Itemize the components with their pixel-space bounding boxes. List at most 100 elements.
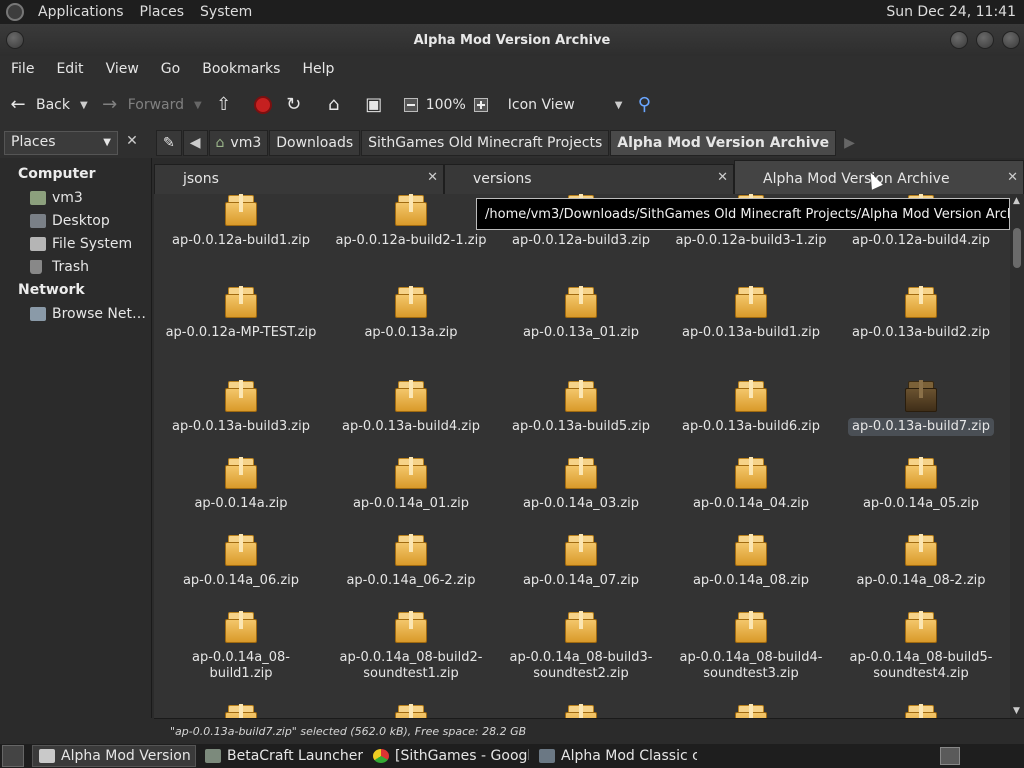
reload-button[interactable]: ↻ [284,95,312,115]
file-item[interactable]: ap-0.0.12a-MP-TEST.zip [156,286,326,342]
sidebar-item-label: vm3 [52,189,83,206]
stop-button[interactable] [253,96,272,114]
file-item[interactable]: ap-0.0.14a_08-build2-soundtest1.zip [326,611,496,683]
tab-versions[interactable]: versions ✕ [444,164,734,194]
panel-menu-places[interactable]: Places [132,4,193,20]
file-item[interactable]: ap-0.0.14a_04.zip [666,457,836,513]
zoom-out-icon[interactable] [403,98,418,112]
zoom-level[interactable]: 100% [426,97,466,113]
scrollbar-thumb[interactable] [1013,228,1021,268]
distro-logo-icon[interactable] [6,3,24,21]
menu-file[interactable]: File [0,61,45,77]
sidebar-item-browse-network[interactable]: Browse Net… [0,302,151,325]
vertical-scrollbar[interactable]: ▲ ▼ [1010,194,1024,718]
menu-help[interactable]: Help [291,61,345,77]
breadcrumb-downloads[interactable]: Downloads [269,130,361,156]
file-item[interactable]: ap-0.0.14a_08-build3-soundtest2.zip [496,611,666,683]
sidebar-item-trash[interactable]: Trash [0,255,151,278]
panel-clock[interactable]: Sun Dec 24, 11:41 [886,4,1024,20]
back-history-dropdown-icon[interactable]: ▼ [80,100,88,111]
scroll-up-icon[interactable]: ▲ [1013,196,1020,206]
window-menu-button[interactable] [6,31,24,49]
taskbar-item-alpha-mod-classic[interactable]: Alpha Mod Classic c... [532,745,698,767]
file-item-label: ap-0.0.14a_05.zip [862,496,980,511]
menu-edit[interactable]: Edit [45,61,94,77]
side-pane-select[interactable]: Places ▼ [4,131,118,155]
file-item[interactable]: ap-0.0.14a_01.zip [326,457,496,513]
menu-go[interactable]: Go [150,61,191,77]
toggle-location-entry-button[interactable]: ✎ [156,130,182,156]
workspace-switcher-icon[interactable] [940,747,960,765]
forward-history-dropdown-icon[interactable]: ▼ [194,100,202,111]
file-item[interactable]: ap-0.0.13a_01.zip [496,286,666,342]
taskbar-item-alpha-mod[interactable]: Alpha Mod Version ... [32,745,196,767]
breadcrumb-scroll-left-button[interactable]: ◀ [182,130,208,156]
file-item[interactable]: ap-0.0.14a_08-build4-soundtest3.zip [666,611,836,683]
home-button[interactable]: ⌂ [324,95,352,115]
file-item[interactable]: ap-0.0.13a-build7.zip [836,380,1006,436]
up-button[interactable]: ⇧ [214,95,242,115]
tab-jsons[interactable]: jsons ✕ [154,164,444,194]
file-item[interactable]: ap-0.0.14a_06.zip [156,534,326,590]
maximize-button[interactable] [976,31,994,49]
file-item[interactable]: ap-0.0.14a_08.zip [666,534,836,590]
taskbar-item-betacraft[interactable]: BetaCraft Launcher ... [198,745,364,767]
file-item-label: ap-0.0.12a-build4.zip [852,233,990,248]
computer-button[interactable]: ▣ [364,95,392,115]
breadcrumb-sithgames[interactable]: SithGames Old Minecraft Projects [361,130,610,156]
zip-archive-icon [395,457,427,489]
file-item[interactable]: ap-0.0.13a.zip [326,286,496,342]
file-item[interactable]: ap-0.0.14a.zip [156,457,326,513]
file-item[interactable]: ap-0.0.14a_08-build5-soundtest4.zip [836,611,1006,683]
file-item-label: ap-0.0.12a-build3-1.zip [675,233,827,248]
icon-view[interactable]: ap-0.0.12a-build1.zip ap-0.0.12a-build2-1… [154,194,1010,718]
file-item-partial[interactable] [666,704,836,718]
close-side-pane-button[interactable]: ✕ [124,133,140,153]
file-item-label: ap-0.0.13a-build3.zip [172,419,310,434]
breadcrumb-current[interactable]: Alpha Mod Version Archive [610,130,837,156]
file-item[interactable]: ap-0.0.12a-build2-1.zip [326,194,496,250]
close-window-button[interactable] [1002,31,1020,49]
file-item[interactable]: ap-0.0.14a_06-2.zip [326,534,496,590]
file-item[interactable]: ap-0.0.14a_08-build1.zip [156,611,326,683]
menu-view[interactable]: View [95,61,150,77]
file-item-partial[interactable] [836,704,1006,718]
file-item-partial[interactable] [326,704,496,718]
panel-menu-system[interactable]: System [192,4,260,20]
menu-bookmarks[interactable]: Bookmarks [191,61,291,77]
panel-menu-applications[interactable]: Applications [30,4,132,20]
file-item[interactable]: ap-0.0.14a_08-2.zip [836,534,1006,590]
window-titlebar[interactable]: Alpha Mod Version Archive [0,24,1024,56]
minimize-button[interactable] [950,31,968,49]
breadcrumb-scroll-right-button[interactable]: ▶ [837,130,862,156]
file-item[interactable]: ap-0.0.12a-build1.zip [156,194,326,250]
show-desktop-button[interactable] [2,745,24,767]
close-tab-icon[interactable]: ✕ [1007,170,1018,185]
close-tab-icon[interactable]: ✕ [717,170,728,185]
scroll-down-icon[interactable]: ▼ [1013,706,1020,716]
zoom-in-icon[interactable] [473,98,488,112]
file-item[interactable]: ap-0.0.13a-build2.zip [836,286,1006,342]
taskbar-item-chrome[interactable]: [SithGames - Googl... [366,745,530,767]
sidebar-item-desktop[interactable]: Desktop [0,209,151,232]
file-item-partial[interactable] [156,704,326,718]
file-item[interactable]: ap-0.0.14a_03.zip [496,457,666,513]
file-item[interactable]: ap-0.0.13a-build3.zip [156,380,326,436]
search-button[interactable]: ⚲ [634,95,662,115]
top-panel: Applications Places System Sun Dec 24, 1… [0,0,1024,24]
close-tab-icon[interactable]: ✕ [427,170,438,185]
file-item[interactable]: ap-0.0.14a_05.zip [836,457,1006,513]
file-item-partial[interactable] [496,704,666,718]
breadcrumb-vm3[interactable]: ⌂ vm3 [208,130,269,156]
forward-button[interactable]: → Forward ▼ [100,95,202,115]
view-mode-select[interactable]: Icon View ▼ [508,97,623,113]
sidebar-item-vm3[interactable]: vm3 [0,186,151,209]
back-button[interactable]: ← Back ▼ [8,95,88,115]
file-item[interactable]: ap-0.0.13a-build6.zip [666,380,836,436]
file-item[interactable]: ap-0.0.14a_07.zip [496,534,666,590]
file-item[interactable]: ap-0.0.13a-build1.zip [666,286,836,342]
sidebar-item-file-system[interactable]: File System [0,232,151,255]
file-item[interactable]: ap-0.0.13a-build5.zip [496,380,666,436]
zip-archive-icon [905,611,937,643]
file-item[interactable]: ap-0.0.13a-build4.zip [326,380,496,436]
